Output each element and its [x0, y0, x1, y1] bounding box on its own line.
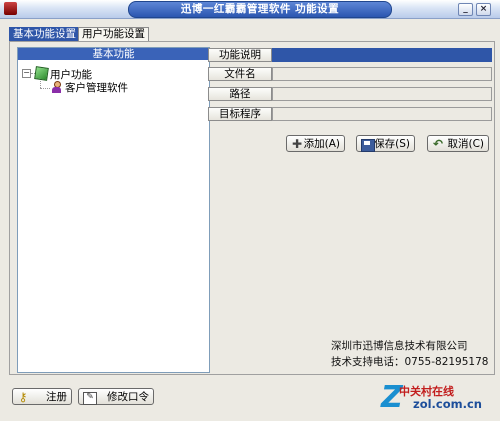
undo-icon: ↶ — [432, 137, 444, 151]
add-icon: ✚ — [291, 137, 303, 151]
change-password-button[interactable]: ✎ 修改口令 — [78, 388, 154, 405]
tree-node-customer-management[interactable]: 客户管理软件 — [65, 80, 128, 95]
change-password-button-label: 修改口令 — [107, 391, 149, 403]
app-icon — [4, 2, 17, 15]
tree-connector — [40, 79, 41, 88]
function-tree[interactable]: 基本功能 − 用户功能 客户管理软件 — [17, 47, 210, 373]
watermark-en: zol.com.cn — [413, 397, 482, 411]
floppy-disk-icon — [361, 139, 375, 152]
green-cube-icon — [34, 66, 49, 81]
cancel-button[interactable]: ↶ 取消(C) — [427, 135, 489, 152]
edit-icon: ✎ — [83, 392, 97, 405]
path-field[interactable] — [272, 87, 492, 101]
window-title: 迅博一红霸霸管理软件 功能设置 — [180, 3, 340, 15]
field-label-path: 路径 — [208, 87, 272, 101]
save-button-label: 保存(S) — [374, 138, 410, 150]
field-label-target-program: 目标程序 — [208, 107, 272, 121]
target-program-field[interactable] — [272, 107, 492, 121]
tree-connector — [40, 88, 50, 89]
description-field[interactable] — [272, 48, 492, 62]
minimize-button[interactable]: _ — [458, 3, 473, 16]
tab-basic-settings[interactable]: 基本功能设置 — [9, 27, 80, 41]
tree-collapse-icon[interactable]: − — [22, 69, 31, 78]
register-button-label: 注册 — [46, 391, 67, 403]
save-button[interactable]: 保存(S) — [356, 135, 415, 152]
add-button-label: 添加(A) — [303, 138, 340, 150]
support-phone: 技术支持电话：0755-82195178 — [331, 356, 489, 368]
filename-field[interactable] — [272, 67, 492, 81]
key-icon: ⚷ — [18, 390, 28, 404]
function-settings-window: 迅博一红霸霸管理软件 功能设置 _ × 基本功能设置 用户功能设置 基本功能 −… — [0, 0, 500, 421]
company-name: 深圳市迅博信息技术有限公司 — [331, 340, 468, 352]
title-bar[interactable]: 迅博一红霸霸管理软件 功能设置 _ × — [0, 0, 500, 19]
person-icon — [51, 81, 62, 93]
tree-header: 基本功能 — [18, 48, 209, 60]
field-label-filename: 文件名 — [208, 67, 272, 81]
close-button[interactable]: × — [476, 3, 491, 16]
title-pill: 迅博一红霸霸管理软件 功能设置 — [128, 1, 392, 18]
add-button[interactable]: ✚ 添加(A) — [286, 135, 345, 152]
cancel-button-label: 取消(C) — [447, 138, 484, 150]
field-label-description: 功能说明 — [208, 48, 272, 62]
tab-user-settings[interactable]: 用户功能设置 — [78, 27, 149, 41]
register-button[interactable]: ⚷ 注册 — [12, 388, 72, 405]
